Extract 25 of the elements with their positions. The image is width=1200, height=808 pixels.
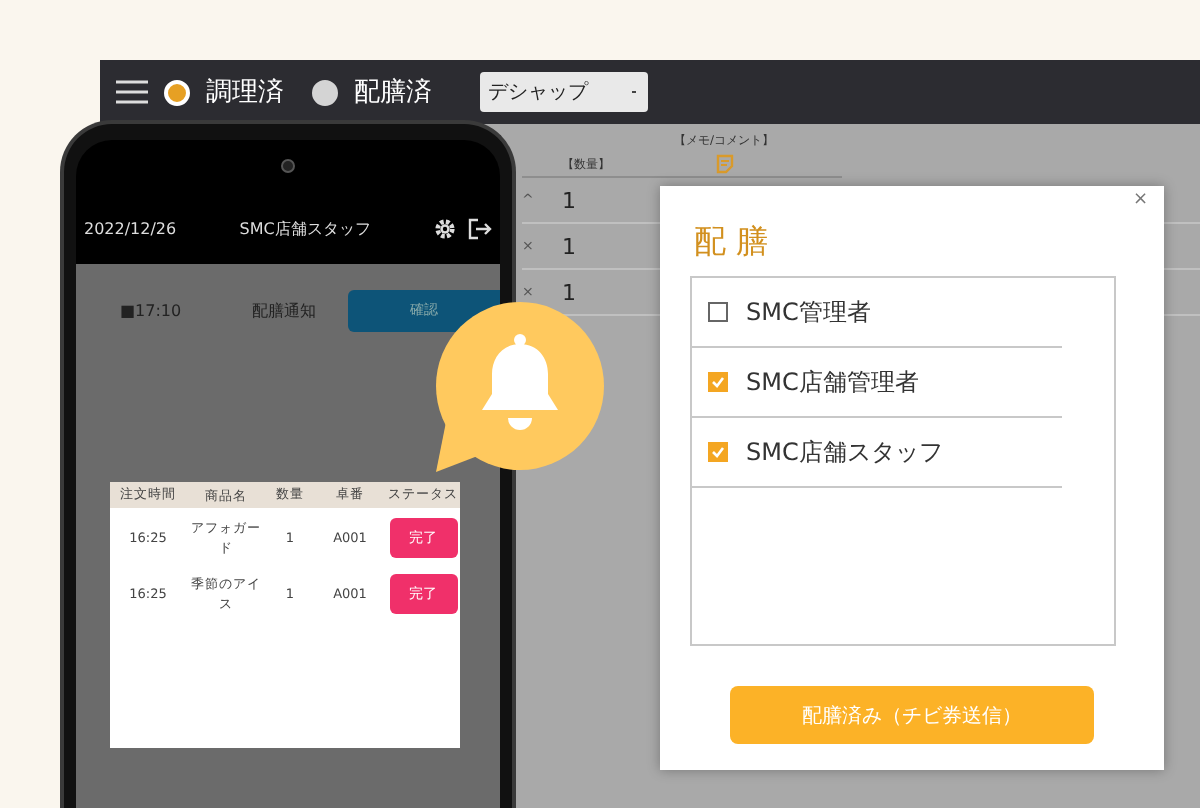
close-button[interactable]: × — [1132, 190, 1148, 210]
menu-icon[interactable] — [116, 80, 148, 104]
radio-label: 調理済 — [206, 76, 284, 110]
settings-icon[interactable] — [434, 217, 456, 239]
checkbox[interactable] — [708, 372, 728, 392]
caret-icon — [628, 86, 640, 98]
notice-label: 配膳通知 — [252, 299, 318, 321]
table-cell: 1 — [562, 233, 576, 259]
table-cell: 1 — [562, 279, 576, 305]
user-name: SMC店舗スタッフ — [237, 217, 373, 239]
memo-icon — [715, 154, 734, 174]
logout-icon[interactable] — [468, 217, 492, 239]
date-label: 2022/12/26 — [84, 219, 177, 237]
dropdown[interactable]: デシャップ — [480, 72, 648, 112]
option-label: SMC管理者 — [746, 295, 871, 329]
radio-button[interactable] — [312, 79, 338, 105]
dialog-title: 配 膳 — [694, 222, 769, 264]
checkbox[interactable] — [708, 302, 728, 322]
option-label: SMC店舗管理者 — [746, 365, 919, 399]
table-cell: 1 — [562, 187, 576, 213]
camera-icon — [280, 158, 296, 174]
checkbox[interactable] — [708, 442, 728, 462]
radio-label: 配膳済 — [354, 76, 432, 110]
time-label: ■17:10 — [118, 301, 184, 319]
option-label: SMC店舗スタッフ — [746, 435, 943, 469]
